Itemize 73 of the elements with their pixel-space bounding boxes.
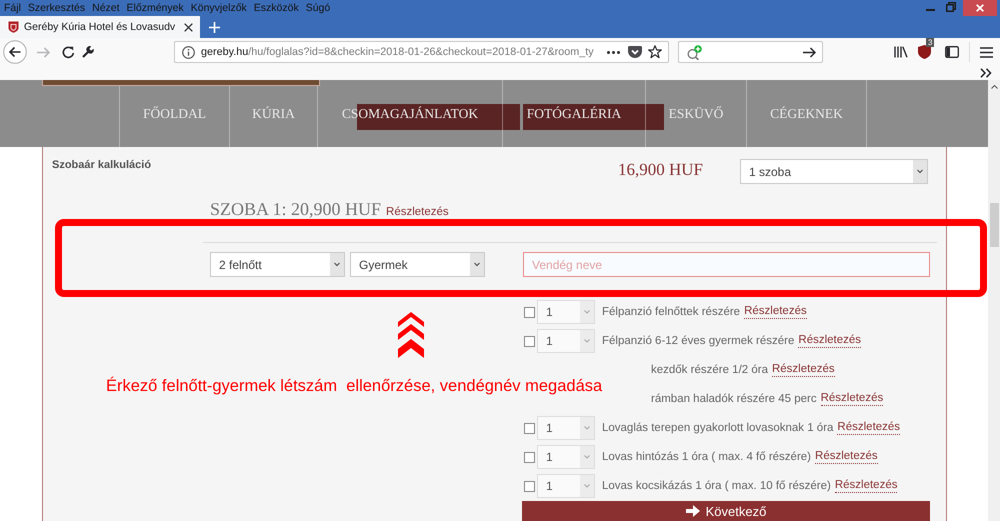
quantity-select[interactable]: 1 bbox=[537, 329, 595, 353]
arrow-right-icon bbox=[686, 505, 700, 517]
service-label: Lovas kocsikázás 1 óra ( max. 10 fő részére) bbox=[602, 480, 831, 492]
checkbox[interactable] bbox=[524, 306, 535, 318]
details-link[interactable]: Részletezés bbox=[798, 334, 862, 348]
service-label: kezdők részére 1/2 óra bbox=[651, 364, 768, 376]
service-label: Lovaglás terepen gyakorlott lovasoknak 1 óra bbox=[602, 422, 834, 434]
address-field[interactable]: gereby.hu/hu/foglalas?id=8&checkin=2018-01-26&checkout=2018-01-27&room_ty bbox=[174, 41, 669, 63]
caret-icon bbox=[580, 330, 594, 352]
wrench-icon[interactable] bbox=[82, 46, 94, 58]
details-link[interactable]: Részletezés bbox=[820, 392, 884, 406]
quantity-select[interactable]: 1 bbox=[537, 445, 595, 469]
search-icon bbox=[687, 44, 702, 60]
caret-icon bbox=[330, 253, 344, 276]
details-link[interactable]: Részletezés bbox=[837, 421, 900, 435]
service-label: Félpanzió felnőttek részére bbox=[602, 306, 740, 318]
service-label: Lovas hintózás 1 óra ( max. 4 fő részére) bbox=[602, 451, 812, 463]
shield-icon[interactable] bbox=[918, 45, 931, 59]
triple-chevron-icon bbox=[398, 312, 424, 358]
next-button[interactable]: Következő bbox=[522, 501, 930, 521]
service-label: Félpanzió 6-12 éves gyermek részére bbox=[602, 335, 794, 347]
details-link[interactable]: Részletezés bbox=[744, 305, 807, 319]
chevron-double-right-icon[interactable] bbox=[980, 68, 992, 78]
quantity-select[interactable]: 1 bbox=[537, 474, 595, 498]
star-icon[interactable] bbox=[648, 45, 662, 59]
close-icon[interactable] bbox=[184, 22, 193, 32]
caret-icon bbox=[580, 475, 594, 497]
library-icon[interactable] bbox=[894, 46, 908, 58]
checkbox[interactable] bbox=[524, 336, 535, 346]
details-link[interactable]: Részletezés bbox=[834, 479, 898, 493]
guest-name-field[interactable]: Vendég neve bbox=[523, 252, 930, 277]
scrollbar-thumb[interactable] bbox=[990, 203, 998, 247]
back-icon[interactable] bbox=[3, 40, 27, 64]
scroll-up-icon[interactable] bbox=[990, 85, 998, 89]
favicon-icon bbox=[8, 21, 19, 33]
children-select[interactable]: Gyermek bbox=[350, 252, 485, 277]
annotation-text: Érkező felnőtt-gyermek létszám ellenőrzése, vendégnév megadása bbox=[106, 376, 602, 396]
checkbox[interactable] bbox=[524, 452, 535, 462]
quantity-select[interactable]: 1 bbox=[537, 300, 595, 324]
adults-select[interactable]: 2 felnőtt bbox=[210, 252, 345, 277]
browser-tab[interactable]: Geréby Kúria Hotel és Lovasudv bbox=[0, 16, 200, 38]
service-label: rámban haladók részére 45 perc bbox=[651, 393, 817, 405]
more-icon[interactable] bbox=[607, 50, 620, 54]
quantity-select[interactable]: 1 bbox=[537, 416, 595, 440]
details-link[interactable]: Részletezés bbox=[386, 206, 449, 220]
section-title: Szobaár kalkuláció bbox=[52, 159, 152, 171]
caret-icon bbox=[913, 160, 927, 183]
caret-icon bbox=[580, 417, 594, 439]
arrow-right-icon[interactable] bbox=[803, 46, 816, 58]
caret-icon bbox=[580, 301, 594, 323]
sidebar-icon[interactable] bbox=[945, 46, 959, 58]
reload-icon[interactable] bbox=[62, 46, 75, 58]
details-link[interactable]: Részletezés bbox=[772, 363, 835, 377]
checkbox[interactable] bbox=[524, 480, 535, 492]
pocket-icon[interactable] bbox=[628, 46, 642, 58]
plus-icon[interactable] bbox=[209, 22, 220, 32]
search-field[interactable] bbox=[678, 41, 823, 63]
nav-link[interactable]: FOTÓGALÉRIA bbox=[526, 106, 622, 122]
rooms-select[interactable]: 1 szoba bbox=[740, 159, 928, 184]
price-text: 16,900 HUF bbox=[618, 160, 703, 180]
menu-icon[interactable] bbox=[980, 46, 993, 58]
restore-icon[interactable] bbox=[946, 2, 956, 12]
checkbox[interactable] bbox=[524, 422, 535, 434]
nav-link[interactable]: CSOMAGAJÁNLATOK bbox=[342, 106, 478, 122]
close-button[interactable] bbox=[963, 0, 997, 16]
details-link[interactable]: Részletezés bbox=[815, 450, 878, 464]
close-icon bbox=[976, 4, 984, 12]
notification-badge: 3 bbox=[926, 38, 934, 47]
caret-icon bbox=[470, 253, 484, 276]
info-icon[interactable] bbox=[182, 46, 195, 58]
caret-icon bbox=[580, 446, 594, 468]
url-text: gereby.hu/hu/foglalas?id=8&checkin=2018-01-26&checkout=2018-01-27&room_ty bbox=[201, 46, 595, 58]
room-heading: SZOBA 1: 20,900 HUF bbox=[210, 200, 382, 218]
